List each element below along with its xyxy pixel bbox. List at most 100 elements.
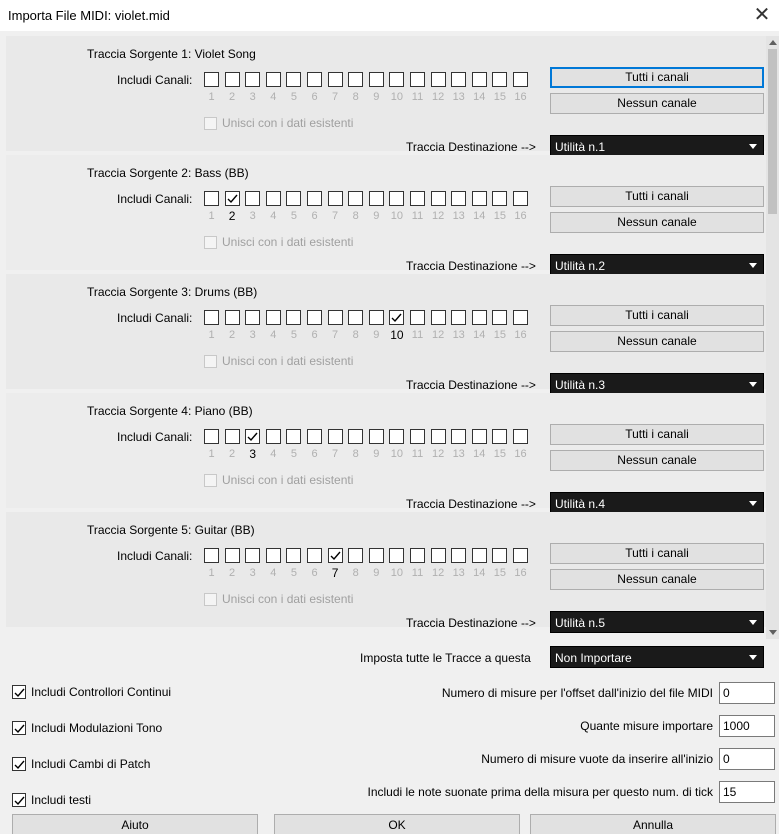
channel-checkbox-2[interactable] (224, 310, 240, 325)
destination-track-select[interactable]: Utilità n.1 (550, 135, 764, 157)
channel-checkbox-15[interactable] (492, 72, 508, 87)
no-channels-button[interactable]: Nessun canale (550, 212, 764, 233)
channel-checkbox-1[interactable] (204, 548, 219, 563)
channel-checkbox-11[interactable] (410, 72, 425, 87)
channel-checkbox-8[interactable] (348, 548, 364, 563)
channel-checkbox-10[interactable] (389, 548, 405, 563)
channel-checkbox-6[interactable] (307, 72, 322, 87)
channel-checkbox-9[interactable] (368, 429, 384, 444)
channel-checkbox-2[interactable] (224, 548, 240, 563)
channel-checkbox-13[interactable] (451, 548, 467, 563)
channel-checkbox-8[interactable] (348, 72, 364, 87)
channel-checkbox-4[interactable] (265, 72, 281, 87)
number-input[interactable]: 1000 (719, 715, 775, 737)
destination-track-select[interactable]: Utilità n.4 (550, 492, 764, 514)
number-input[interactable]: 0 (719, 682, 775, 704)
channel-checkbox-4[interactable] (265, 429, 281, 444)
channel-checkbox-7[interactable] (327, 310, 343, 325)
destination-track-select[interactable]: Utilità n.3 (550, 373, 764, 395)
channel-checkbox-11[interactable] (410, 429, 425, 444)
channel-checkbox-13[interactable] (451, 72, 467, 87)
channel-checkbox-15[interactable] (492, 429, 508, 444)
channel-checkbox-3[interactable] (245, 310, 261, 325)
channel-checkbox-16[interactable] (513, 429, 528, 444)
channel-checkbox-1[interactable] (204, 72, 219, 87)
channel-checkbox-6[interactable] (307, 548, 322, 563)
channel-checkbox-5[interactable] (286, 548, 302, 563)
channel-checkbox-14[interactable] (471, 72, 487, 87)
channel-checkbox-10[interactable] (389, 429, 405, 444)
cancel-button[interactable]: Annulla (530, 814, 776, 834)
all-channels-button[interactable]: Tutti i canali (550, 543, 764, 564)
channel-checkbox-6[interactable] (307, 429, 322, 444)
channel-checkbox-15[interactable] (492, 310, 508, 325)
help-button[interactable]: Aiuto (12, 814, 258, 834)
all-channels-button[interactable]: Tutti i canali (550, 305, 764, 326)
channel-checkbox-12[interactable] (430, 310, 446, 325)
channel-checkbox-12[interactable] (430, 429, 446, 444)
channel-checkbox-6[interactable] (307, 191, 322, 206)
scroll-up-icon[interactable] (769, 40, 777, 45)
scroll-down-icon[interactable] (769, 630, 777, 635)
set-all-tracks-select[interactable]: Non Importare (550, 646, 764, 668)
channel-checkbox-3[interactable] (245, 429, 261, 444)
channel-checkbox-4[interactable] (265, 191, 281, 206)
channel-checkbox-6[interactable] (307, 310, 322, 325)
channel-checkbox-9[interactable] (368, 191, 384, 206)
channel-checkbox-13[interactable] (451, 310, 467, 325)
all-channels-button[interactable]: Tutti i canali (550, 67, 764, 88)
channel-checkbox-13[interactable] (451, 191, 467, 206)
no-channels-button[interactable]: Nessun canale (550, 569, 764, 590)
close-button[interactable]: ✕ (751, 4, 773, 26)
channel-checkbox-4[interactable] (265, 548, 281, 563)
channel-checkbox-11[interactable] (410, 191, 425, 206)
number-input[interactable]: 0 (719, 748, 775, 770)
channel-checkbox-12[interactable] (430, 548, 446, 563)
destination-track-select[interactable]: Utilità n.5 (550, 611, 764, 633)
channel-checkbox-2[interactable] (224, 191, 240, 206)
channel-checkbox-3[interactable] (245, 548, 261, 563)
channel-checkbox-5[interactable] (286, 429, 302, 444)
all-channels-button[interactable]: Tutti i canali (550, 424, 764, 445)
channel-checkbox-8[interactable] (348, 191, 364, 206)
channel-checkbox-1[interactable] (204, 191, 219, 206)
channel-checkbox-14[interactable] (471, 191, 487, 206)
channel-checkbox-14[interactable] (471, 310, 487, 325)
channel-checkbox-16[interactable] (513, 310, 528, 325)
channel-checkbox-4[interactable] (265, 310, 281, 325)
channel-checkbox-16[interactable] (513, 191, 528, 206)
channel-checkbox-7[interactable] (327, 548, 343, 563)
channel-checkbox-3[interactable] (245, 191, 261, 206)
channel-checkbox-1[interactable] (204, 310, 219, 325)
channel-checkbox-7[interactable] (327, 429, 343, 444)
no-channels-button[interactable]: Nessun canale (550, 450, 764, 471)
channel-checkbox-10[interactable] (389, 191, 405, 206)
channel-checkbox-16[interactable] (513, 548, 528, 563)
channel-checkbox-3[interactable] (245, 72, 261, 87)
scrollbar-thumb[interactable] (768, 49, 777, 214)
number-input[interactable]: 15 (719, 781, 775, 803)
channel-checkbox-15[interactable] (492, 548, 508, 563)
channel-checkbox-10[interactable] (389, 72, 405, 87)
no-channels-button[interactable]: Nessun canale (550, 93, 764, 114)
channel-checkbox-11[interactable] (410, 310, 425, 325)
channel-checkbox-9[interactable] (368, 548, 384, 563)
channel-checkbox-12[interactable] (430, 191, 446, 206)
channel-checkbox-16[interactable] (513, 72, 528, 87)
no-channels-button[interactable]: Nessun canale (550, 331, 764, 352)
channel-checkbox-2[interactable] (224, 429, 240, 444)
channel-checkbox-2[interactable] (224, 72, 240, 87)
vertical-scrollbar[interactable] (766, 36, 779, 639)
channel-checkbox-14[interactable] (471, 429, 487, 444)
channel-checkbox-11[interactable] (410, 548, 425, 563)
channel-checkbox-10[interactable] (389, 310, 405, 325)
ok-button[interactable]: OK (274, 814, 520, 834)
channel-checkbox-13[interactable] (451, 429, 467, 444)
channel-checkbox-7[interactable] (327, 191, 343, 206)
channel-checkbox-5[interactable] (286, 310, 302, 325)
channel-checkbox-14[interactable] (471, 548, 487, 563)
channel-checkbox-8[interactable] (348, 429, 364, 444)
channel-checkbox-1[interactable] (204, 429, 219, 444)
channel-checkbox-9[interactable] (368, 72, 384, 87)
channel-checkbox-5[interactable] (286, 72, 302, 87)
